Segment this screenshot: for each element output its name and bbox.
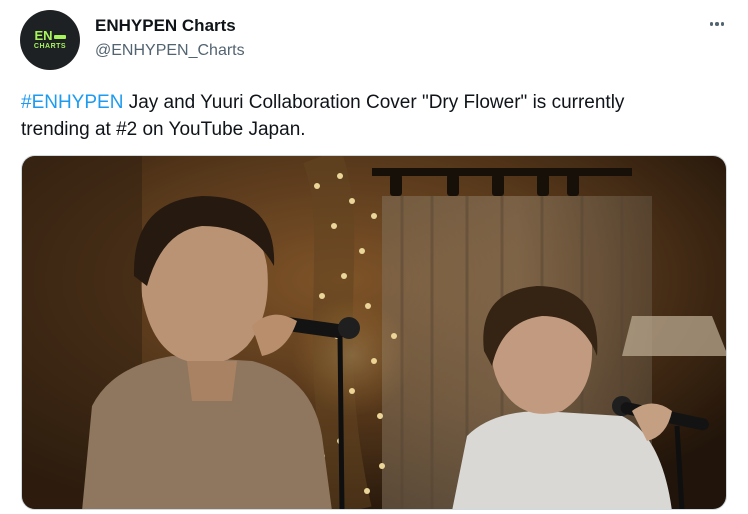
avatar[interactable]: EN CHARTS (20, 10, 80, 70)
more-horizontal-icon[interactable] (706, 14, 728, 34)
performance-photo (22, 156, 726, 509)
tweet-text-line2: trending at #2 on YouTube Japan. (21, 119, 306, 140)
avatar-logo: EN (34, 29, 66, 42)
display-name[interactable]: ENHYPEN Charts (95, 16, 236, 36)
avatar-logo-subtitle: CHARTS (33, 43, 67, 50)
account-handle[interactable]: @ENHYPEN_Charts (95, 42, 245, 60)
tweet-media-image[interactable] (21, 155, 727, 510)
hashtag-link[interactable]: #ENHYPEN (21, 92, 123, 113)
previous-tweet-strip (0, 0, 748, 8)
tweet-text: #ENHYPEN Jay and Yuuri Collaboration Cov… (21, 89, 721, 143)
tweet-text-line1: Jay and Yuuri Collaboration Cover "Dry F… (123, 92, 625, 113)
